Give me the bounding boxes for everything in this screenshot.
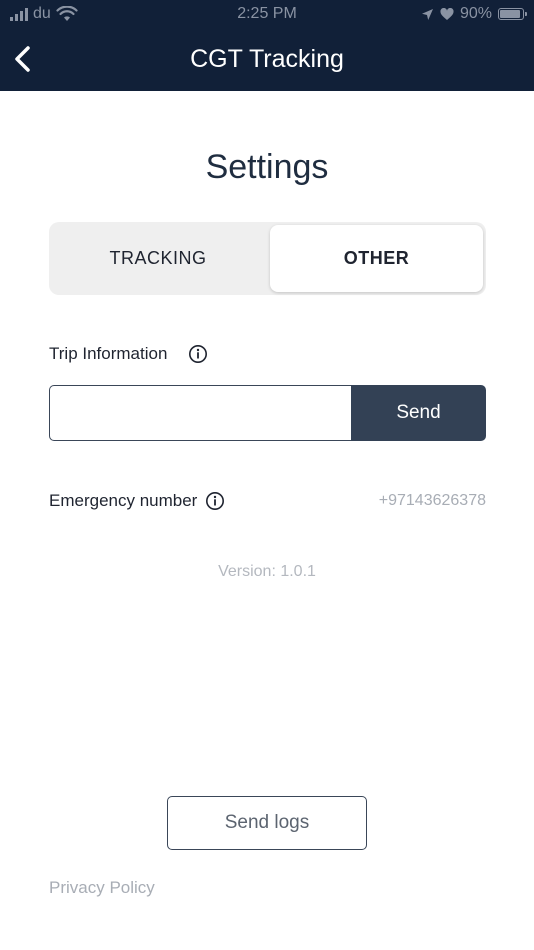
emergency-number-label: Emergency number [49, 491, 198, 510]
settings-screen: du 2:25 PM 90% CGT Tracking Settings TRA… [0, 0, 534, 950]
emergency-number-row: Emergency number +97143626378 [49, 491, 486, 515]
battery-icon [498, 8, 527, 20]
settings-tabs: TRACKING OTHER [49, 222, 486, 295]
privacy-policy-link[interactable]: Privacy Policy [49, 878, 155, 898]
battery-percent: 90% [459, 5, 492, 22]
location-arrow-icon [421, 8, 433, 20]
nav-title: CGT Tracking [190, 45, 344, 73]
battery-fill [500, 10, 520, 18]
emergency-number-value: +97143626378 [378, 492, 486, 509]
emergency-label-row: Emergency number [49, 491, 225, 511]
version-label: Version: 1.0.1 [218, 563, 316, 580]
send-logs-button[interactable]: Send logs [167, 796, 367, 850]
trip-info-icon[interactable] [188, 344, 208, 364]
emergency-info-icon[interactable] [205, 491, 225, 511]
trip-information-label-row: Trip Information [49, 344, 208, 364]
send-button[interactable]: Send [351, 385, 486, 441]
trip-input-row: Send [49, 385, 486, 441]
tab-other[interactable]: OTHER [270, 225, 483, 292]
top-bar: du 2:25 PM 90% CGT Tracking [0, 0, 534, 91]
tab-tracking[interactable]: TRACKING [49, 222, 267, 295]
status-bar: du 2:25 PM 90% [0, 0, 534, 30]
trip-information-label: Trip Information [49, 344, 168, 363]
heart-icon [440, 7, 454, 20]
trip-information-input[interactable] [49, 385, 352, 441]
page-title: Settings [205, 148, 329, 186]
navigation-bar: CGT Tracking [0, 32, 534, 88]
status-right: 90% [421, 5, 527, 23]
